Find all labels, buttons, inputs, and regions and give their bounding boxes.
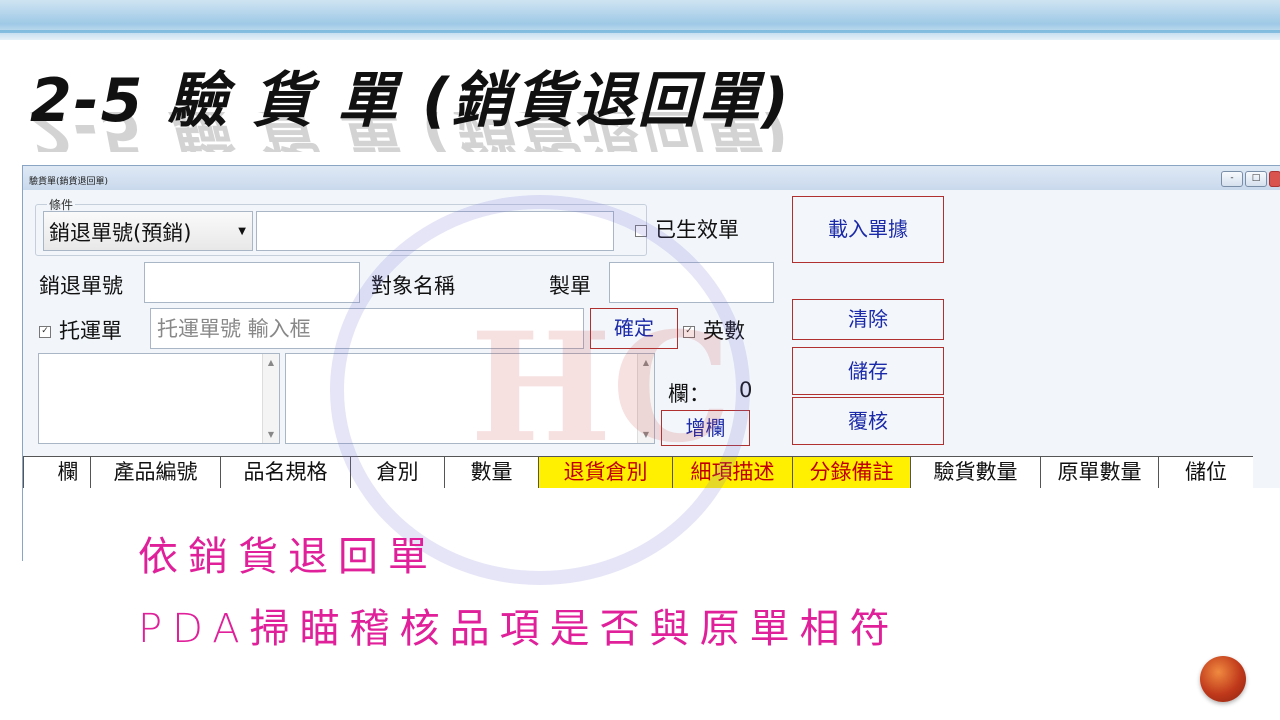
add-column-button[interactable]: 增欄 [661,410,750,446]
grid-col-return-warehouse[interactable]: 退貨倉別 [539,457,673,489]
shipping-no-input[interactable]: 托運單號 輸入框 [150,308,584,349]
grid-col-row[interactable]: 欄 [23,457,91,489]
note-textarea-right[interactable]: ▲ ▼ [285,353,655,444]
chevron-down-icon: ▼ [238,226,246,237]
return-no-input[interactable] [144,262,360,303]
maker-input[interactable] [609,262,774,303]
scrollbar[interactable]: ▲ ▼ [637,354,654,443]
scroll-up-icon[interactable]: ▲ [263,358,279,367]
slide-top-band [0,0,1280,40]
checkbox-checked-icon: ✓ [683,326,695,338]
column-count-label: 欄： [668,382,710,406]
window-titlebar: 驗貨單(銷貨退回單) - □ [23,166,1280,190]
search-type-combo[interactable]: 銷退單號(預銷) ▼ [43,211,253,251]
clear-button[interactable]: 清除 [792,299,944,340]
inspection-window: 驗貨單(銷貨退回單) - □ 條件 銷退單號(預銷) ▼ 已生效單 載入單據 清… [22,165,1280,561]
scroll-down-icon[interactable]: ▼ [638,430,654,439]
grid-col-entry-note[interactable]: 分錄備註 [793,457,911,489]
confirm-button[interactable]: 確定 [590,308,678,349]
save-button[interactable]: 儲存 [792,347,944,395]
slide-note-line-2: PDA掃瞄稽核品項是否與原單相符 [138,606,900,652]
maker-label: 製單 [549,274,591,298]
grid-col-warehouse[interactable]: 倉別 [351,457,445,489]
recheck-button[interactable]: 覆核 [792,397,944,445]
grid-col-quantity[interactable]: 數量 [445,457,539,489]
close-button[interactable] [1269,171,1280,187]
grid-col-item-description[interactable]: 細項描述 [673,457,793,489]
scroll-up-icon[interactable]: ▲ [638,358,654,367]
alnum-checkbox[interactable]: ✓ 英數 [683,315,745,345]
slide-note-line-1: 依銷貨退回單 [138,534,438,580]
checkbox-icon [635,225,647,237]
grid-col-inspect-qty[interactable]: 驗貨數量 [911,457,1041,489]
note-textarea-left[interactable]: ▲ ▼ [38,353,280,444]
grid-col-original-qty[interactable]: 原單數量 [1041,457,1159,489]
search-input[interactable] [256,211,614,251]
effective-checkbox[interactable]: 已生效單 [635,214,739,244]
scroll-down-icon[interactable]: ▼ [263,430,279,439]
return-no-label: 銷退單號 [39,274,123,298]
target-name-label: 對象名稱 [371,274,455,298]
window-controls: - □ [1221,171,1280,187]
shipping-checkbox[interactable]: ✓ 托運單 [39,315,122,345]
grid-col-product-spec[interactable]: 品名規格 [221,457,351,489]
grid-col-location[interactable]: 儲位 [1159,457,1253,489]
column-count-value: 0 [739,378,753,402]
grid-col-product-no[interactable]: 產品編號 [91,457,221,489]
maximize-button[interactable]: □ [1245,171,1267,187]
checkbox-checked-icon: ✓ [39,326,51,338]
slide-title-reflection: 2-5 驗 貨 單 (銷貨退回單) [30,112,791,152]
search-type-value: 銷退單號(預銷) [49,221,192,245]
grid-header: 欄 產品編號 品名規格 倉別 數量 退貨倉別 細項描述 分錄備註 驗貨數量 原單… [23,456,1253,490]
scrollbar[interactable]: ▲ ▼ [262,354,279,443]
brand-logo [1200,656,1246,702]
load-document-button[interactable]: 載入單據 [792,196,944,263]
minimize-button[interactable]: - [1221,171,1243,187]
window-title: 驗貨單(銷貨退回單) [29,177,109,187]
